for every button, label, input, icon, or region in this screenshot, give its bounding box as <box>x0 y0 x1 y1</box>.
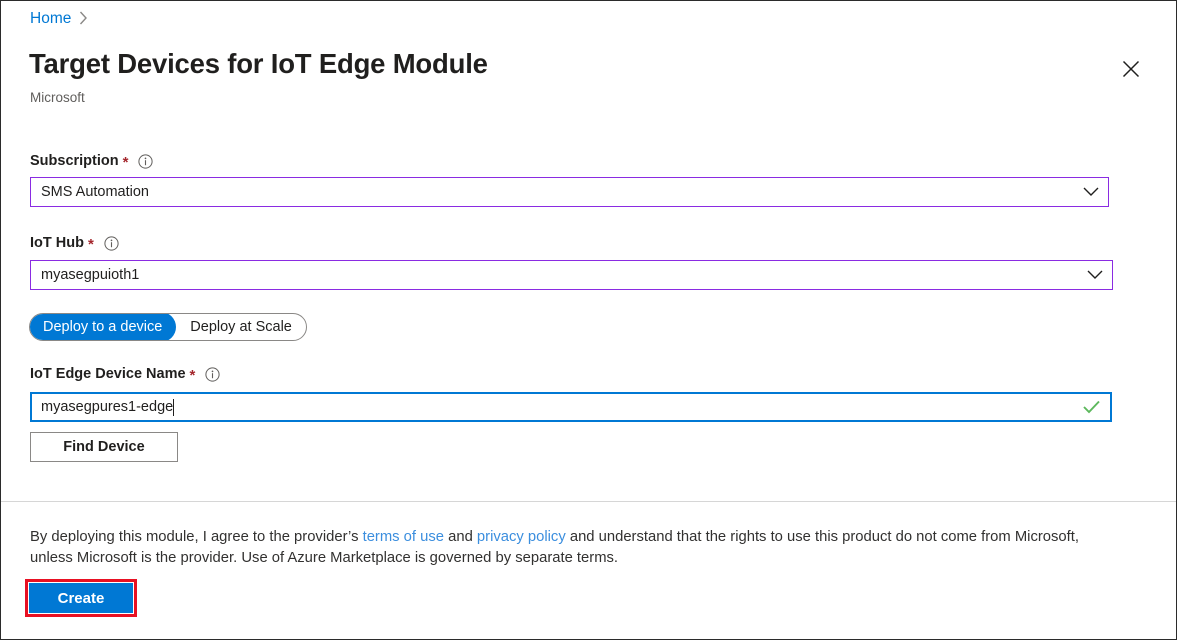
subscription-value: SMS Automation <box>41 183 149 200</box>
device-name-value: myasegpures1-edge <box>41 398 174 415</box>
device-name-label-text: IoT Edge Device Name <box>30 366 186 382</box>
chevron-right-icon <box>79 11 88 27</box>
required-asterisk: * <box>122 154 129 172</box>
required-asterisk: * <box>189 367 196 385</box>
close-icon <box>1122 60 1140 78</box>
pill-toggle-group: Deploy to a device Deploy at Scale <box>29 313 307 341</box>
iot-hub-label: IoT Hub * <box>30 235 119 252</box>
info-icon[interactable] <box>205 367 220 382</box>
find-device-row: Find Device <box>30 432 178 462</box>
privacy-policy-link[interactable]: privacy policy <box>477 529 566 545</box>
pill-option-deploy-to-a-device[interactable]: Deploy to a device <box>29 314 177 340</box>
device-name-label: IoT Edge Device Name * <box>30 366 220 383</box>
info-icon[interactable] <box>138 154 154 169</box>
terms-of-use-link[interactable]: terms of use <box>363 529 444 545</box>
create-button-highlight: Create <box>25 579 137 617</box>
subscription-label-row: Subscription * <box>30 153 154 172</box>
checkmark-icon <box>1083 400 1100 414</box>
breadcrumb-item-home[interactable]: Home <box>30 11 71 27</box>
close-button[interactable] <box>1116 54 1146 84</box>
deploy-mode-toggle: Deploy to a device Deploy at Scale <box>29 313 307 341</box>
legal-disclaimer: By deploying this module, I agree to the… <box>30 527 1095 569</box>
pill-option-deploy-at-scale[interactable]: Deploy at Scale <box>176 314 306 340</box>
legal-mid: and <box>444 529 477 545</box>
device-name-label-row: IoT Edge Device Name * <box>30 366 220 383</box>
iot-hub-label-text: IoT Hub <box>30 235 84 251</box>
legal-prefix: By deploying this module, I agree to the… <box>30 529 363 545</box>
footer-divider <box>1 501 1176 502</box>
publisher-label: Microsoft <box>30 90 85 105</box>
info-icon[interactable] <box>104 236 119 251</box>
chevron-down-icon <box>1083 187 1099 197</box>
page-title: Target Devices for IoT Edge Module <box>29 48 488 79</box>
create-button[interactable]: Create <box>29 583 133 613</box>
iot-hub-label-row: IoT Hub * <box>30 235 119 252</box>
iot-hub-dropdown[interactable]: myasegpuioth1 <box>30 260 1113 290</box>
subscription-label-text: Subscription <box>30 153 119 169</box>
required-asterisk: * <box>87 236 94 254</box>
chevron-down-icon <box>1087 270 1103 280</box>
device-name-input[interactable]: myasegpures1-edge <box>30 392 1112 422</box>
subscription-label: Subscription * <box>30 153 154 172</box>
subscription-dropdown[interactable]: SMS Automation <box>30 177 1109 207</box>
breadcrumb: Home <box>30 11 88 27</box>
text-cursor <box>173 398 175 416</box>
find-device-button[interactable]: Find Device <box>30 432 178 462</box>
azure-create-blade: Home Target Devices for IoT Edge Module … <box>0 0 1177 640</box>
iot-hub-value: myasegpuioth1 <box>41 266 140 283</box>
